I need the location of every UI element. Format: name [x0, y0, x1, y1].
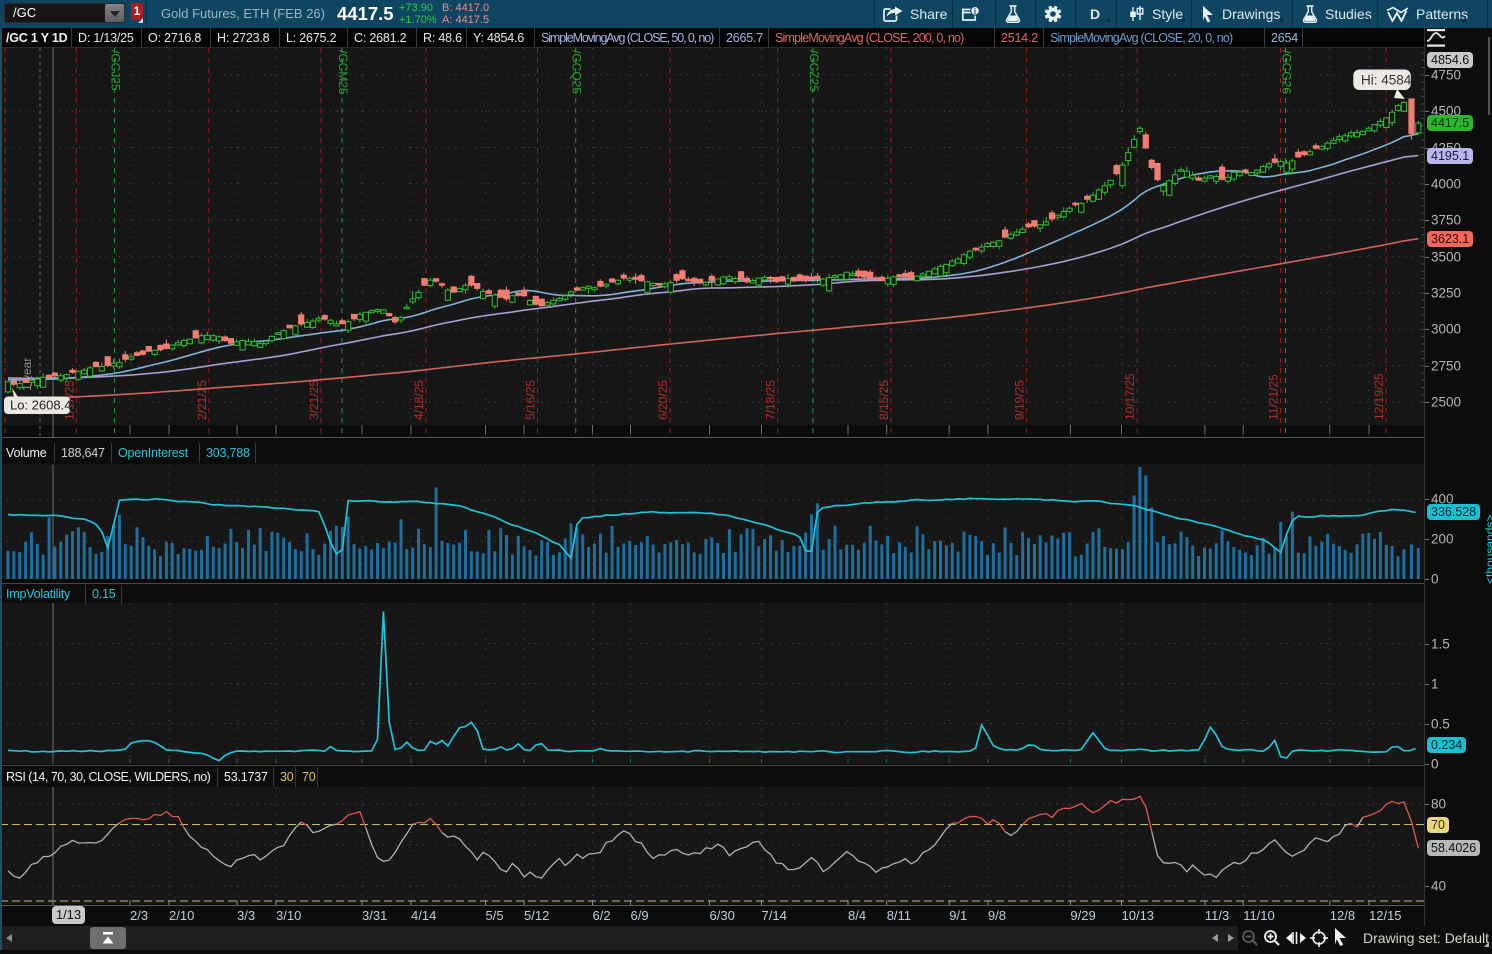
svg-text:2/21/25: 2/21/25 [195, 380, 209, 420]
svg-text:5/16/25: 5/16/25 [524, 380, 538, 420]
svg-text:7/18/25: 7/18/25 [764, 380, 778, 420]
svg-text:/GCQ25: /GCQ25 [570, 50, 584, 94]
svg-text:3/21/25: 3/21/25 [307, 380, 321, 420]
svg-text:/GCG26: /GCG26 [1280, 50, 1294, 94]
svg-text:Hi: 4584: Hi: 4584 [1361, 73, 1412, 88]
svg-text:12/19/25: 12/19/25 [1372, 373, 1386, 420]
svg-text:/GCJ25: /GCJ25 [109, 50, 123, 91]
svg-text:11/21/25: 11/21/25 [1267, 374, 1281, 420]
svg-text:/GCZ25: /GCZ25 [807, 50, 821, 92]
svg-text:9/19/25: 9/19/25 [1013, 380, 1027, 420]
svg-text:8/15/25: 8/15/25 [877, 380, 891, 420]
svg-text:/GCM25: /GCM25 [336, 50, 350, 95]
svg-text:Lo: 2608.4: Lo: 2608.4 [10, 398, 71, 413]
svg-text:10/17/25: 10/17/25 [1123, 373, 1137, 420]
svg-text:6/20/25: 6/20/25 [656, 380, 670, 420]
svg-text:4/18/25: 4/18/25 [412, 380, 426, 420]
svg-text:i: i [974, 6, 976, 15]
